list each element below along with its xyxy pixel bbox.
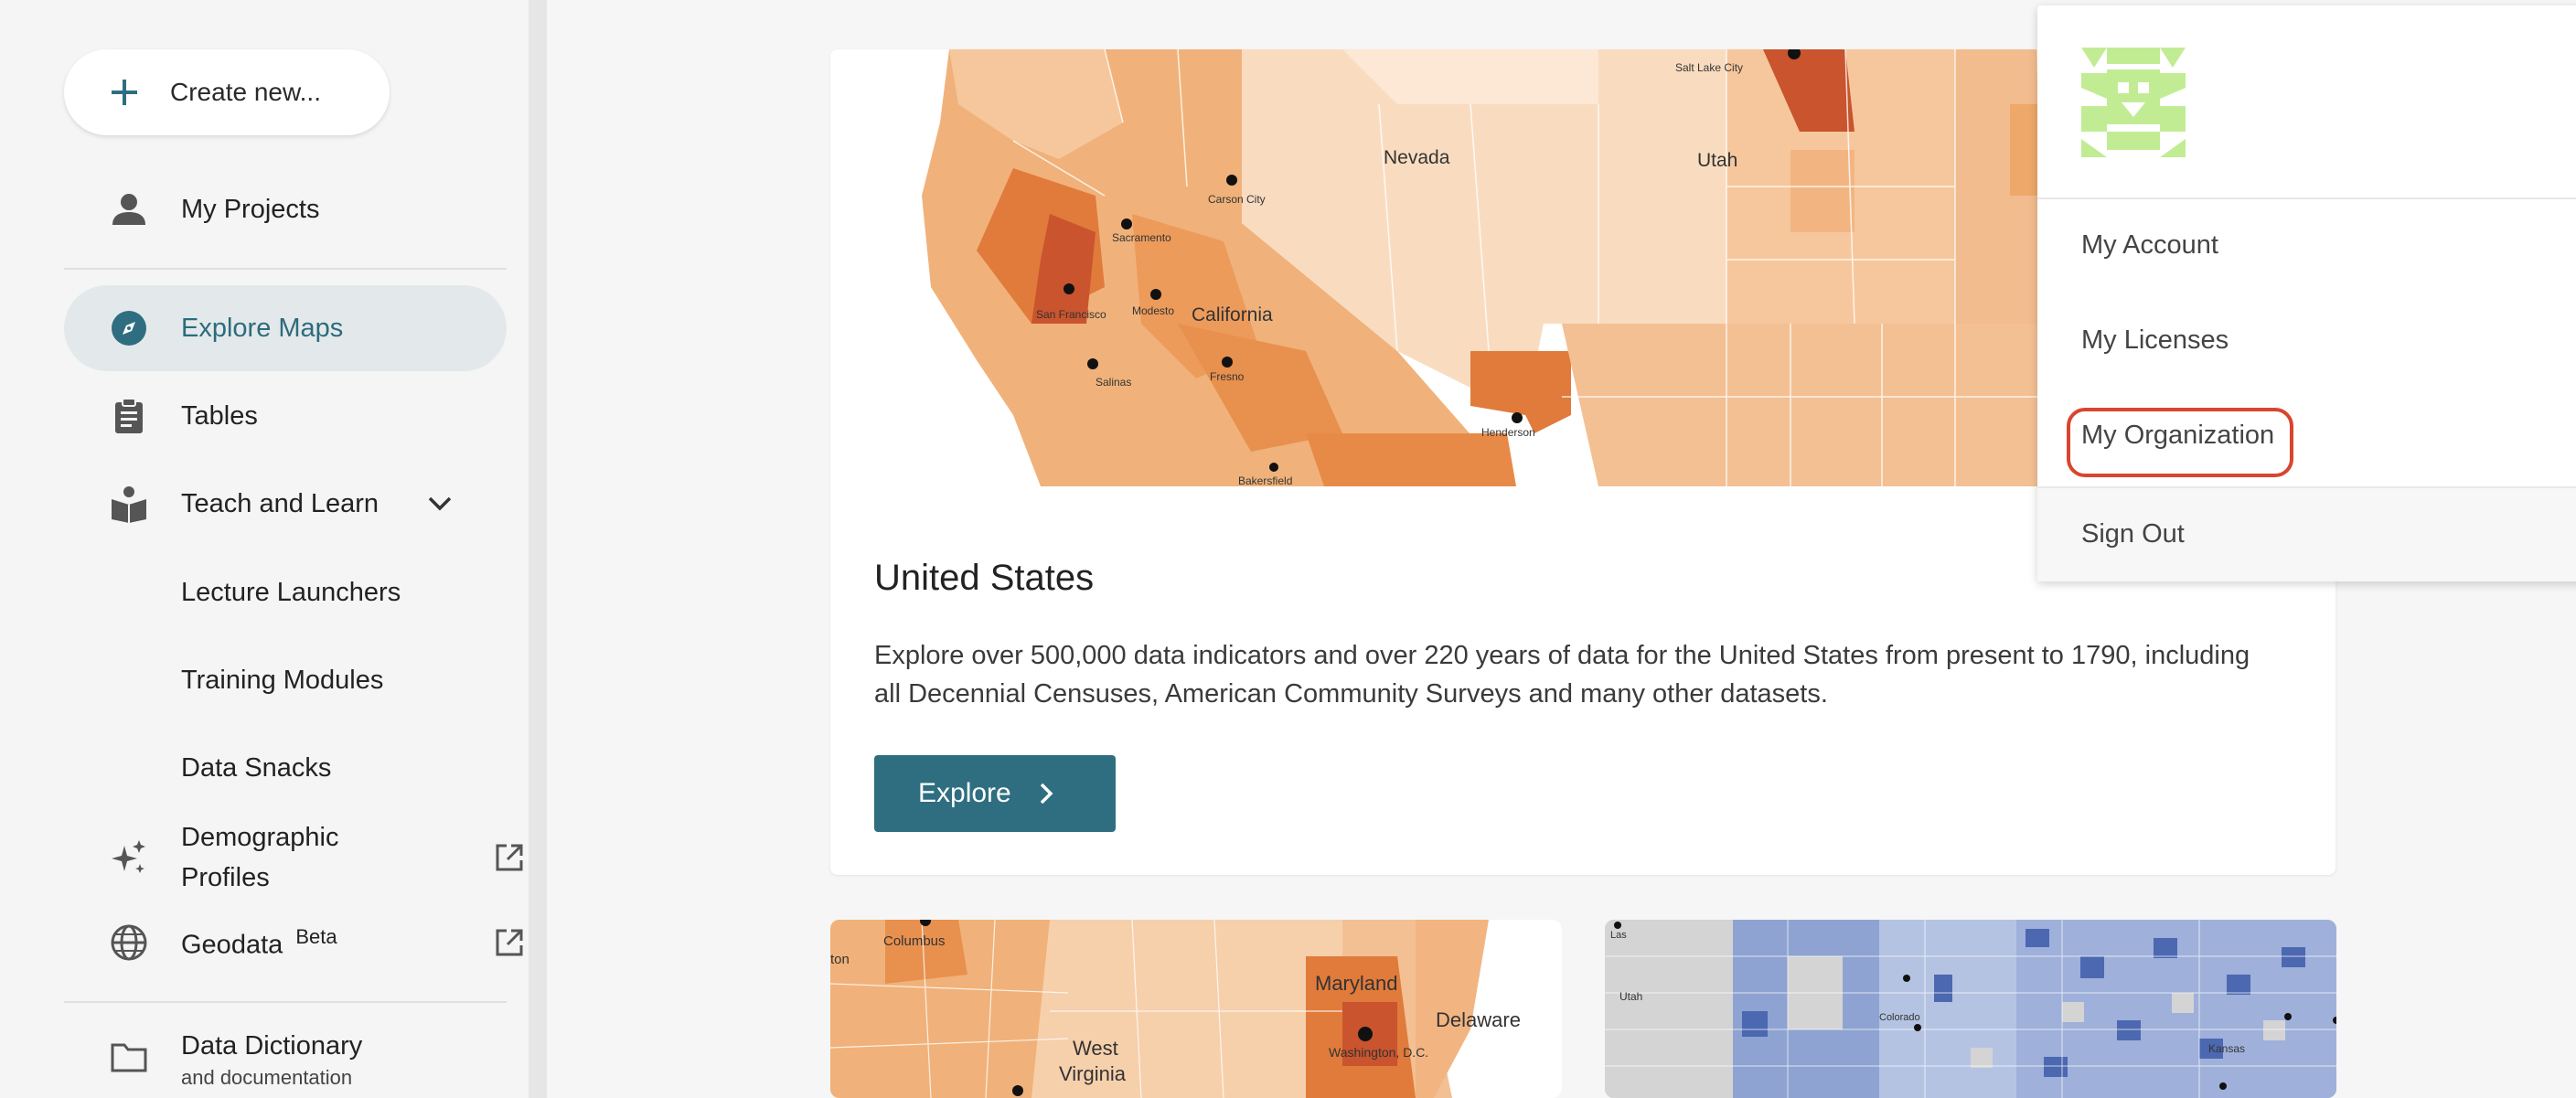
beta-badge: Beta: [295, 924, 337, 948]
map-label-las: Las: [1610, 930, 1627, 941]
map-label-washington: Washington, D.C.: [1329, 1045, 1428, 1060]
map-label-modesto: Modesto: [1132, 304, 1174, 317]
sidebar-item-tables[interactable]: Tables: [64, 373, 507, 459]
sidebar-item-explore-maps[interactable]: Explore Maps: [64, 285, 507, 371]
sidebar-divider: [64, 1001, 507, 1003]
sparkle-icon: [110, 838, 148, 877]
explore-label: Explore: [918, 778, 1011, 808]
sidebar-item-my-projects[interactable]: My Projects: [64, 166, 507, 252]
sidebar-item-geodata[interactable]: Geodata Beta: [64, 900, 523, 986]
east-map-preview: ton Columbus Maryland Delaware West Virg…: [830, 920, 1562, 1098]
dropdown-divider: [2037, 197, 2576, 199]
data-dictionary-sublabel: and documentation: [181, 1066, 353, 1089]
folder-icon: [110, 1038, 148, 1076]
sidebar-item-label: Teach and Learn: [181, 488, 379, 518]
my-licenses-link[interactable]: My Licenses: [2081, 325, 2229, 356]
sidebar-divider: [64, 268, 507, 270]
demographic-line1: Demographic: [181, 823, 339, 852]
dropdown-divider: [2037, 486, 2576, 488]
sidebar-subitem-data-snacks[interactable]: Data Snacks: [181, 753, 331, 784]
geodata-label: Geodata: [181, 930, 283, 960]
map-label-slc: Salt Lake City: [1675, 61, 1743, 74]
globe-icon: [110, 923, 148, 962]
sidebar-item-data-dictionary[interactable]: Data Dictionary and documentation: [64, 1020, 507, 1093]
sign-out-link[interactable]: Sign Out: [2081, 519, 2185, 549]
map-label-carson: Carson City: [1208, 193, 1266, 206]
map-thumbnail-east[interactable]: ton Columbus Maryland Delaware West Virg…: [830, 920, 1562, 1098]
sidebar: Create new... My Projects Explore Maps T…: [0, 0, 547, 1098]
card-title: United States: [874, 558, 1095, 598]
map-label-west: West: [1073, 1037, 1118, 1060]
clipboard-icon: [110, 397, 148, 435]
sidebar-item-label: Demographic Profiles: [181, 817, 338, 898]
my-organization-link[interactable]: My Organization: [2081, 421, 2274, 451]
external-link-icon: [496, 929, 523, 956]
book-reader-icon: [110, 485, 148, 523]
sidebar-item-label: Geodata Beta: [181, 925, 337, 961]
explore-button[interactable]: Explore: [874, 755, 1116, 832]
sidebar-item-label: Explore Maps: [181, 313, 344, 343]
map-label-sf: San Francisco: [1036, 308, 1106, 321]
sidebar-item-label: Data Dictionary and documentation: [181, 1031, 362, 1092]
map-label-delaware: Delaware: [1436, 1008, 1521, 1031]
create-new-button[interactable]: Create new...: [64, 49, 390, 135]
sidebar-item-teach-and-learn[interactable]: Teach and Learn: [64, 461, 507, 547]
sidebar-subitem-training-modules[interactable]: Training Modules: [181, 666, 383, 696]
map-label-california: California: [1192, 304, 1273, 325]
avatar[interactable]: [2081, 48, 2186, 157]
map-label-utah: Utah: [1697, 150, 1737, 171]
map-label-maryland: Maryland: [1315, 972, 1397, 995]
map-label-kansas: Kansas: [2208, 1042, 2245, 1055]
plus-icon: [112, 80, 137, 105]
map-label-utah-thumb: Utah: [1619, 990, 1642, 1003]
map-thumbnail-west[interactable]: Las Utah Colorado Kansas: [1605, 920, 2336, 1098]
map-label-ton: ton: [830, 952, 850, 967]
person-icon: [110, 190, 148, 229]
map-label-fresno: Fresno: [1210, 370, 1245, 383]
external-link-icon: [496, 844, 523, 871]
map-label-bakersfield: Bakersfield: [1238, 474, 1292, 486]
chevron-right-icon: [1040, 783, 1053, 805]
data-dictionary-label: Data Dictionary: [181, 1031, 363, 1061]
sidebar-subitem-lecture-launchers[interactable]: Lecture Launchers: [181, 578, 401, 608]
sidebar-item-label: Tables: [181, 400, 258, 431]
card-description: Explore over 500,000 data indicators and…: [874, 641, 2250, 709]
account-dropdown-menu: My Account My Licenses My Organization S…: [2037, 5, 2576, 581]
map-label-columbus: Columbus: [883, 933, 946, 949]
sidebar-item-demographic-profiles[interactable]: Demographic Profiles: [64, 814, 523, 901]
map-label-colorado: Colorado: [1879, 1012, 1920, 1023]
west-map-preview: Las Utah Colorado Kansas: [1605, 920, 2336, 1098]
map-label-nevada: Nevada: [1384, 147, 1450, 168]
chevron-down-icon[interactable]: [426, 495, 454, 513]
map-label-virginia: Virginia: [1059, 1062, 1127, 1085]
map-label-henderson: Henderson: [1481, 426, 1535, 439]
my-account-link[interactable]: My Account: [2081, 230, 2218, 261]
compass-icon: [110, 309, 148, 347]
map-label-sacramento: Sacramento: [1112, 231, 1171, 244]
map-label-salinas: Salinas: [1096, 376, 1131, 389]
sidebar-item-label: My Projects: [181, 194, 320, 224]
demographic-line2: Profiles: [181, 863, 270, 892]
create-new-label: Create new...: [170, 78, 321, 106]
